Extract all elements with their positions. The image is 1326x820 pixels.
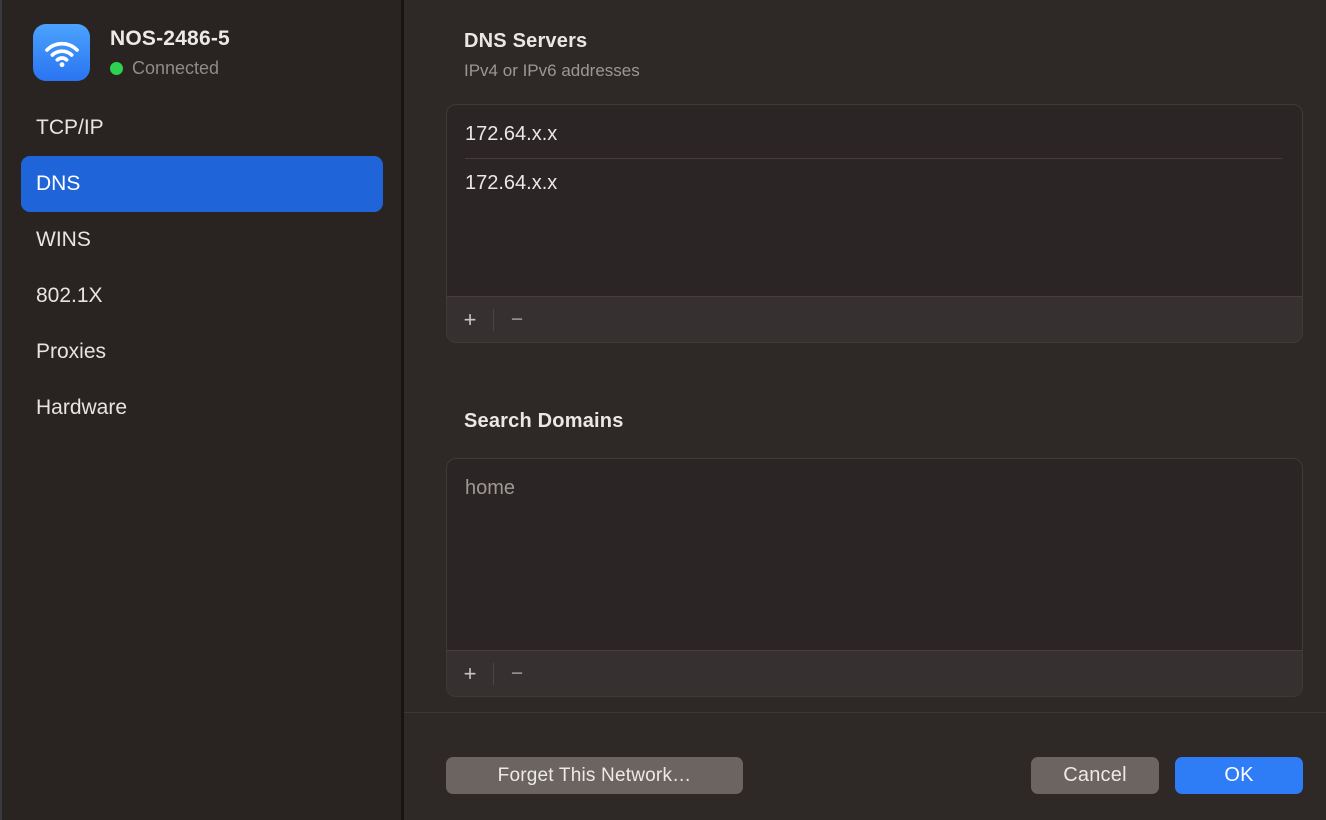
footer-divider — [404, 712, 1326, 713]
forget-network-button[interactable]: Forget This Network… — [446, 757, 743, 794]
dns-servers-toolbar: + − — [447, 296, 1302, 342]
wifi-icon — [33, 24, 90, 81]
remove-dns-server-button[interactable]: − — [500, 305, 534, 335]
search-domains-listbox: home + − — [446, 458, 1303, 697]
wifi-icon-glyph — [42, 33, 82, 73]
sidebar-item-tcpip[interactable]: TCP/IP — [21, 100, 383, 156]
cancel-button[interactable]: Cancel — [1031, 757, 1159, 794]
network-info: NOS-2486-5 Connected — [110, 24, 230, 79]
sidebar-item-hardware[interactable]: Hardware — [21, 380, 383, 436]
sidebar: NOS-2486-5 Connected TCP/IP DNS WINS 802… — [0, 0, 404, 820]
network-header: NOS-2486-5 Connected — [33, 24, 230, 81]
dns-server-row[interactable]: 172.64.x.x — [447, 110, 1302, 158]
add-search-domain-button[interactable]: + — [453, 659, 487, 689]
remove-search-domain-button[interactable]: − — [500, 659, 534, 689]
dns-servers-list: 172.64.x.x 172.64.x.x — [447, 105, 1302, 296]
network-name: NOS-2486-5 — [110, 27, 230, 51]
dns-servers-title: DNS Servers — [464, 30, 587, 53]
toolbar-divider — [493, 663, 494, 685]
toolbar-divider — [493, 309, 494, 331]
sidebar-nav: TCP/IP DNS WINS 802.1X Proxies Hardware — [21, 100, 383, 436]
search-domains-title: Search Domains — [464, 410, 624, 433]
dns-servers-subtitle: IPv4 or IPv6 addresses — [464, 61, 640, 81]
sidebar-item-8021x[interactable]: 802.1X — [21, 268, 383, 324]
search-domains-list: home — [447, 459, 1302, 650]
network-details-window: NOS-2486-5 Connected TCP/IP DNS WINS 802… — [0, 0, 1326, 820]
sidebar-item-wins[interactable]: WINS — [21, 212, 383, 268]
dns-servers-listbox: 172.64.x.x 172.64.x.x + − — [446, 104, 1303, 343]
dns-pane: DNS Servers IPv4 or IPv6 addresses 172.6… — [404, 0, 1326, 820]
connected-dot-icon — [110, 62, 123, 75]
sidebar-item-proxies[interactable]: Proxies — [21, 324, 383, 380]
sidebar-item-dns[interactable]: DNS — [21, 156, 383, 212]
ok-button[interactable]: OK — [1175, 757, 1303, 794]
search-domains-toolbar: + − — [447, 650, 1302, 696]
dns-server-row[interactable]: 172.64.x.x — [447, 159, 1302, 207]
network-status: Connected — [110, 58, 230, 79]
search-domain-row[interactable]: home — [447, 464, 1302, 512]
add-dns-server-button[interactable]: + — [453, 305, 487, 335]
connected-label: Connected — [132, 58, 219, 79]
